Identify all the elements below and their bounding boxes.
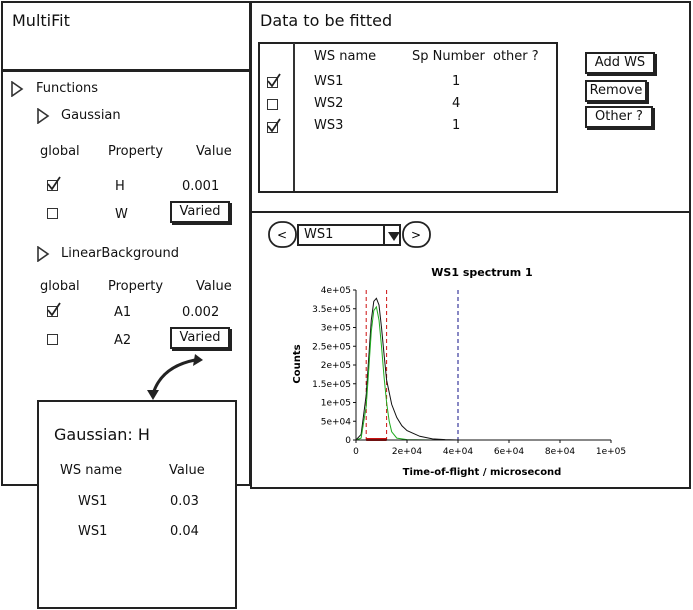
property-a2: A2 [114, 333, 132, 348]
ws-name-1[interactable]: WS1 [314, 74, 343, 89]
prev-label: < [277, 228, 287, 242]
x-tick-label: 0 [353, 447, 359, 457]
next-button[interactable]: > [402, 221, 432, 249]
chart-title: WS1 spectrum 1 [431, 266, 532, 279]
sp-number-2[interactable]: 4 [452, 96, 460, 111]
popup-col-ws: WS name [60, 463, 123, 478]
table-divider [293, 43, 295, 191]
workspace-select[interactable]: WS1 [297, 224, 401, 246]
popup-value-2[interactable]: 0.04 [170, 524, 199, 539]
x-tick-label: 2e+04 [392, 447, 423, 457]
y-tick-label: 3.5e+05 [312, 305, 351, 315]
global-checkbox-h[interactable] [47, 176, 61, 191]
chart-ylabel: Counts [292, 344, 303, 383]
col-ws-name: WS name [314, 49, 377, 64]
y-tick-label: 2.5e+05 [312, 342, 351, 352]
checkmark-icon [267, 73, 281, 88]
dropdown-divider [383, 226, 385, 244]
col-other: other ? [493, 49, 539, 64]
x-tick-label: 1e+05 [596, 447, 626, 457]
global-checkbox-w[interactable] [47, 208, 58, 219]
linear-col-property: Property [108, 279, 164, 294]
y-tick-label: 1.5e+05 [312, 380, 351, 390]
popup-title: Gaussian: H [54, 425, 150, 444]
popup-col-value: Value [169, 463, 205, 478]
x-tick-label: 8e+04 [545, 447, 576, 457]
value-a1[interactable]: 0.002 [182, 305, 219, 320]
remove-button[interactable]: Remove [585, 80, 647, 102]
y-tick-label: 3e+05 [321, 324, 351, 334]
linear-col-value: Value [196, 279, 232, 294]
popup-value-1[interactable]: 0.03 [170, 494, 199, 509]
x-tick-label: 4e+04 [443, 447, 474, 457]
prev-button[interactable]: < [268, 221, 298, 249]
property-w: W [115, 207, 128, 222]
linear-col-global: global [40, 279, 80, 294]
y-tick-label: 4e+05 [321, 286, 351, 296]
ws-checkbox-3[interactable] [267, 118, 281, 133]
col-sp-number: Sp Number [412, 49, 485, 64]
chevron-down-icon[interactable] [387, 230, 401, 242]
value-h[interactable]: 0.001 [182, 179, 219, 194]
global-checkbox-a1[interactable] [47, 302, 61, 317]
y-tick-label: 0 [345, 436, 351, 446]
expand-linear-background-icon[interactable] [36, 246, 50, 262]
y-tick-label: 1e+05 [321, 399, 351, 409]
sp-number-3[interactable]: 1 [452, 118, 460, 133]
double-arrow-icon [147, 354, 203, 400]
y-tick-label: 5e+04 [321, 417, 352, 427]
ws-checkbox-2[interactable] [267, 99, 278, 110]
ws-checkbox-1[interactable] [267, 73, 281, 88]
checkmark-icon [47, 176, 61, 191]
gaussian-col-property: Property [108, 144, 164, 159]
popup-ws-1: WS1 [78, 494, 108, 509]
spectrum-chart: WS1 spectrum 1 Time-of-flight / microsec… [288, 258, 628, 483]
property-a1: A1 [114, 305, 132, 320]
global-checkbox-a2[interactable] [47, 334, 58, 345]
checkmark-icon [267, 118, 281, 133]
gaussian-col-value: Value [196, 144, 232, 159]
varied-button-w[interactable]: Varied [170, 201, 230, 223]
functions-header: Functions [36, 81, 99, 96]
y-tick-label: 2e+05 [321, 361, 351, 371]
checkmark-icon [47, 302, 61, 317]
property-h: H [115, 179, 125, 194]
add-ws-button[interactable]: Add WS [585, 52, 655, 74]
gaussian-name: Gaussian [61, 108, 121, 123]
next-label: > [411, 228, 421, 242]
ws-name-3[interactable]: WS3 [314, 118, 343, 133]
ws-name-2[interactable]: WS2 [314, 96, 343, 111]
linear-background-name: LinearBackground [61, 246, 179, 261]
app-title: MultiFit [12, 11, 70, 30]
chart-xlabel: Time-of-flight / microsecond [403, 467, 562, 478]
varied-button-a2[interactable]: Varied [170, 327, 230, 349]
sp-number-1[interactable]: 1 [452, 74, 460, 89]
x-tick-label: 6e+04 [494, 447, 525, 457]
workspace-select-value: WS1 [304, 227, 334, 242]
other-button[interactable]: Other ? [585, 106, 653, 128]
gaussian-col-global: global [40, 144, 80, 159]
expand-gaussian-icon[interactable] [36, 108, 50, 124]
popup-ws-2: WS1 [78, 524, 108, 539]
data-title: Data to be fitted [260, 11, 393, 30]
expand-functions-icon[interactable] [10, 81, 24, 97]
workspace-table [258, 42, 558, 193]
